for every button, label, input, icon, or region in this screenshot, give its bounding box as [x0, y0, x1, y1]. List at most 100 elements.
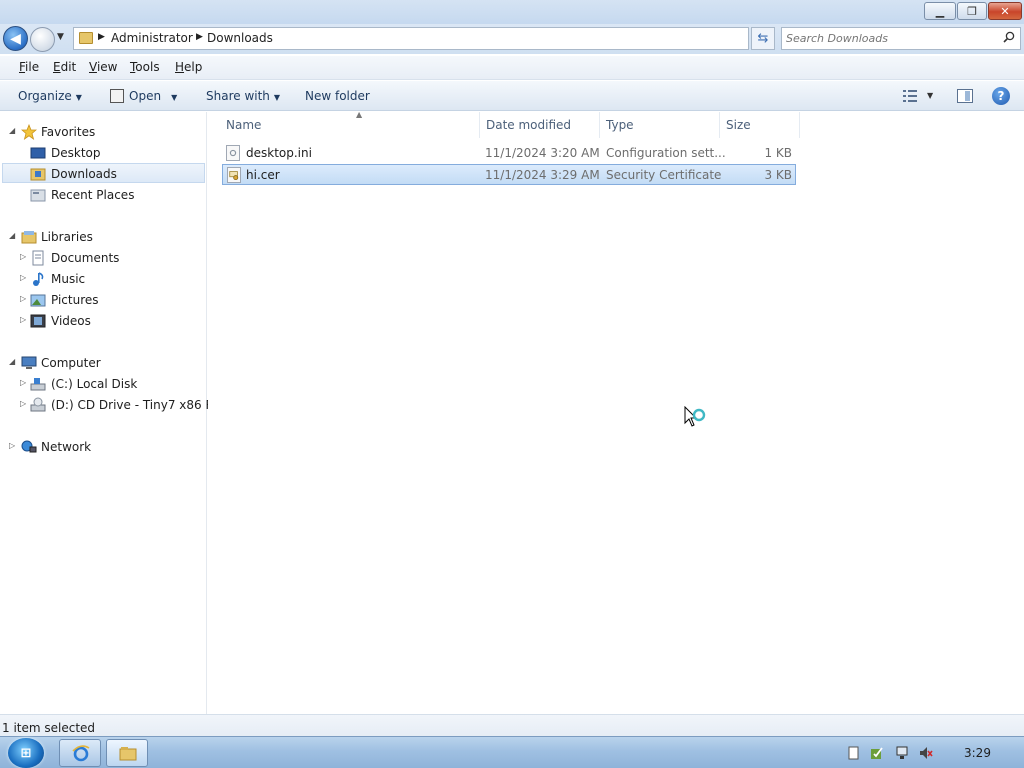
star-icon: [21, 124, 37, 140]
column-header-date-modified[interactable]: Date modified: [480, 112, 600, 138]
collapsed-arrow-icon[interactable]: ▷: [20, 294, 26, 303]
nav-item-local-disk[interactable]: ▷ (C:) Local Disk: [2, 374, 205, 394]
nav-favorites-label: Favorites: [41, 125, 96, 139]
refresh-button[interactable]: ⇆: [751, 27, 775, 50]
taskbar-internet-explorer[interactable]: [59, 739, 101, 767]
collapsed-arrow-icon[interactable]: ▷: [20, 252, 26, 261]
column-header-type[interactable]: Type: [600, 112, 720, 138]
change-view-icon[interactable]: [902, 89, 918, 103]
collapsed-arrow-icon[interactable]: ▷: [20, 378, 26, 387]
nav-computer[interactable]: ◢ Computer: [0, 353, 206, 373]
nav-libraries[interactable]: ◢ Libraries: [0, 227, 206, 247]
column-header-label: Name: [226, 118, 262, 132]
nav-libraries-label: Libraries: [41, 230, 93, 244]
nav-network[interactable]: ▷ Network: [0, 437, 206, 457]
share-with-label: Share with: [206, 89, 270, 103]
menu-view[interactable]: View: [89, 60, 117, 74]
minimize-button[interactable]: ▁: [924, 2, 956, 20]
collapsed-arrow-icon[interactable]: ▷: [20, 315, 26, 324]
open-button[interactable]: Open ▼: [129, 89, 177, 103]
expanded-arrow-icon[interactable]: ◢: [9, 126, 15, 135]
address-row: ◀ ▼ ▶ Administrator ▶ Downloads ▼ ⇆: [0, 24, 1024, 54]
file-name: desktop.ini: [246, 146, 312, 160]
views-dropdown-icon[interactable]: ▼: [927, 91, 933, 100]
nav-item-downloads[interactable]: Downloads: [2, 163, 205, 183]
forward-button[interactable]: [30, 27, 55, 52]
nav-item-videos[interactable]: ▷ Videos: [2, 311, 205, 331]
title-bar: ▁ ❐ ✕: [0, 0, 1024, 26]
volume-muted-icon[interactable]: [919, 746, 933, 760]
collapsed-arrow-icon[interactable]: ▷: [20, 273, 26, 282]
collapsed-arrow-icon[interactable]: ▷: [20, 399, 26, 408]
organize-button[interactable]: Organize ▼: [18, 89, 82, 103]
open-icon: [110, 89, 124, 103]
file-row-desktop-ini[interactable]: desktop.ini 11/1/2024 3:20 AM Configurat…: [222, 143, 796, 164]
column-header-size[interactable]: Size: [720, 112, 800, 138]
menu-bar: File Edit View Tools Help: [0, 56, 1024, 80]
file-list-pane: Name ▲ Date modified Type Size desktop.i…: [208, 110, 1024, 714]
close-button[interactable]: ✕: [988, 2, 1022, 20]
expanded-arrow-icon[interactable]: ◢: [9, 357, 15, 366]
computer-icon: [21, 356, 37, 369]
close-icon: ✕: [1000, 4, 1010, 18]
action-center-flag-icon[interactable]: [847, 746, 861, 760]
minimize-icon: ▁: [935, 4, 945, 18]
breadcrumb-arrow-icon[interactable]: ▶: [196, 32, 203, 42]
column-header-name[interactable]: Name: [220, 112, 480, 138]
address-bar[interactable]: ▶ Administrator ▶ Downloads ▼: [73, 27, 816, 50]
nav-item-label: Pictures: [51, 293, 99, 307]
nav-item-pictures[interactable]: ▷ Pictures: [2, 290, 205, 310]
nav-item-label: Music: [51, 272, 86, 286]
menu-help[interactable]: Help: [175, 60, 202, 74]
breadcrumb-arrow-icon[interactable]: ▶: [98, 32, 105, 42]
restore-icon: ❐: [967, 4, 977, 18]
start-button[interactable]: ⊞: [8, 738, 44, 768]
file-date: 11/1/2024 3:20 AM: [485, 146, 600, 160]
search-box[interactable]: [781, 27, 1021, 50]
new-folder-button[interactable]: New folder: [305, 89, 370, 103]
column-headers: Name ▲ Date modified Type Size: [220, 110, 800, 138]
nav-item-label: Videos: [51, 314, 91, 328]
nav-computer-label: Computer: [41, 356, 101, 370]
maximize-button[interactable]: ❐: [957, 2, 987, 20]
collapsed-arrow-icon[interactable]: ▷: [9, 441, 15, 450]
breadcrumb-downloads[interactable]: Downloads: [207, 31, 273, 45]
help-button[interactable]: ?: [992, 87, 1010, 105]
nav-item-desktop[interactable]: Desktop: [2, 143, 205, 163]
back-button[interactable]: ◀: [3, 26, 28, 51]
taskbar-clock[interactable]: 3:29: [964, 746, 991, 760]
documents-icon: [32, 250, 44, 266]
network-tray-icon[interactable]: [895, 746, 909, 760]
downloads-folder-icon: [30, 168, 46, 181]
nav-item-documents[interactable]: ▷ Documents: [2, 248, 205, 268]
recent-pages-dropdown[interactable]: ▼: [57, 32, 64, 42]
preview-pane-button[interactable]: [957, 89, 973, 103]
menu-file[interactable]: File: [19, 60, 39, 74]
search-icon[interactable]: [1003, 31, 1015, 43]
taskbar: ⊞ 3:29: [0, 736, 1024, 768]
breadcrumb-administrator[interactable]: Administrator: [111, 31, 193, 45]
chevron-down-icon: ▼: [171, 93, 178, 102]
nav-item-label: Documents: [51, 251, 120, 265]
nav-item-recent-places[interactable]: Recent Places: [2, 185, 205, 205]
taskbar-windows-explorer[interactable]: [106, 739, 148, 767]
file-row-hi-cer[interactable]: hi.cer 11/1/2024 3:29 AM Security Certif…: [222, 164, 796, 185]
nav-item-label: (D:) CD Drive - Tiny7 x86 R1: [51, 398, 222, 412]
search-input[interactable]: [786, 30, 996, 47]
security-check-icon[interactable]: [870, 746, 884, 760]
recent-places-icon: [30, 189, 46, 202]
nav-item-cd-drive[interactable]: ▷ (D:) CD Drive - Tiny7 x86 R1: [2, 395, 221, 415]
menu-edit[interactable]: Edit: [53, 60, 76, 74]
column-header-label: Size: [726, 118, 751, 132]
command-bar: Organize ▼ Open ▼ Share with ▼ New folder ▼…: [0, 81, 1024, 111]
share-with-button[interactable]: Share with ▼: [206, 89, 280, 103]
settings-file-icon: [226, 145, 240, 161]
nav-item-label: (C:) Local Disk: [51, 377, 138, 391]
desktop-icon: [30, 147, 46, 159]
expanded-arrow-icon[interactable]: ◢: [9, 231, 15, 240]
nav-item-music[interactable]: ▷ Music: [2, 269, 205, 289]
nav-favorites[interactable]: ◢ Favorites: [0, 122, 206, 142]
explorer-folder-icon: [119, 747, 137, 761]
pictures-icon: [30, 294, 46, 307]
menu-tools[interactable]: Tools: [130, 60, 160, 74]
